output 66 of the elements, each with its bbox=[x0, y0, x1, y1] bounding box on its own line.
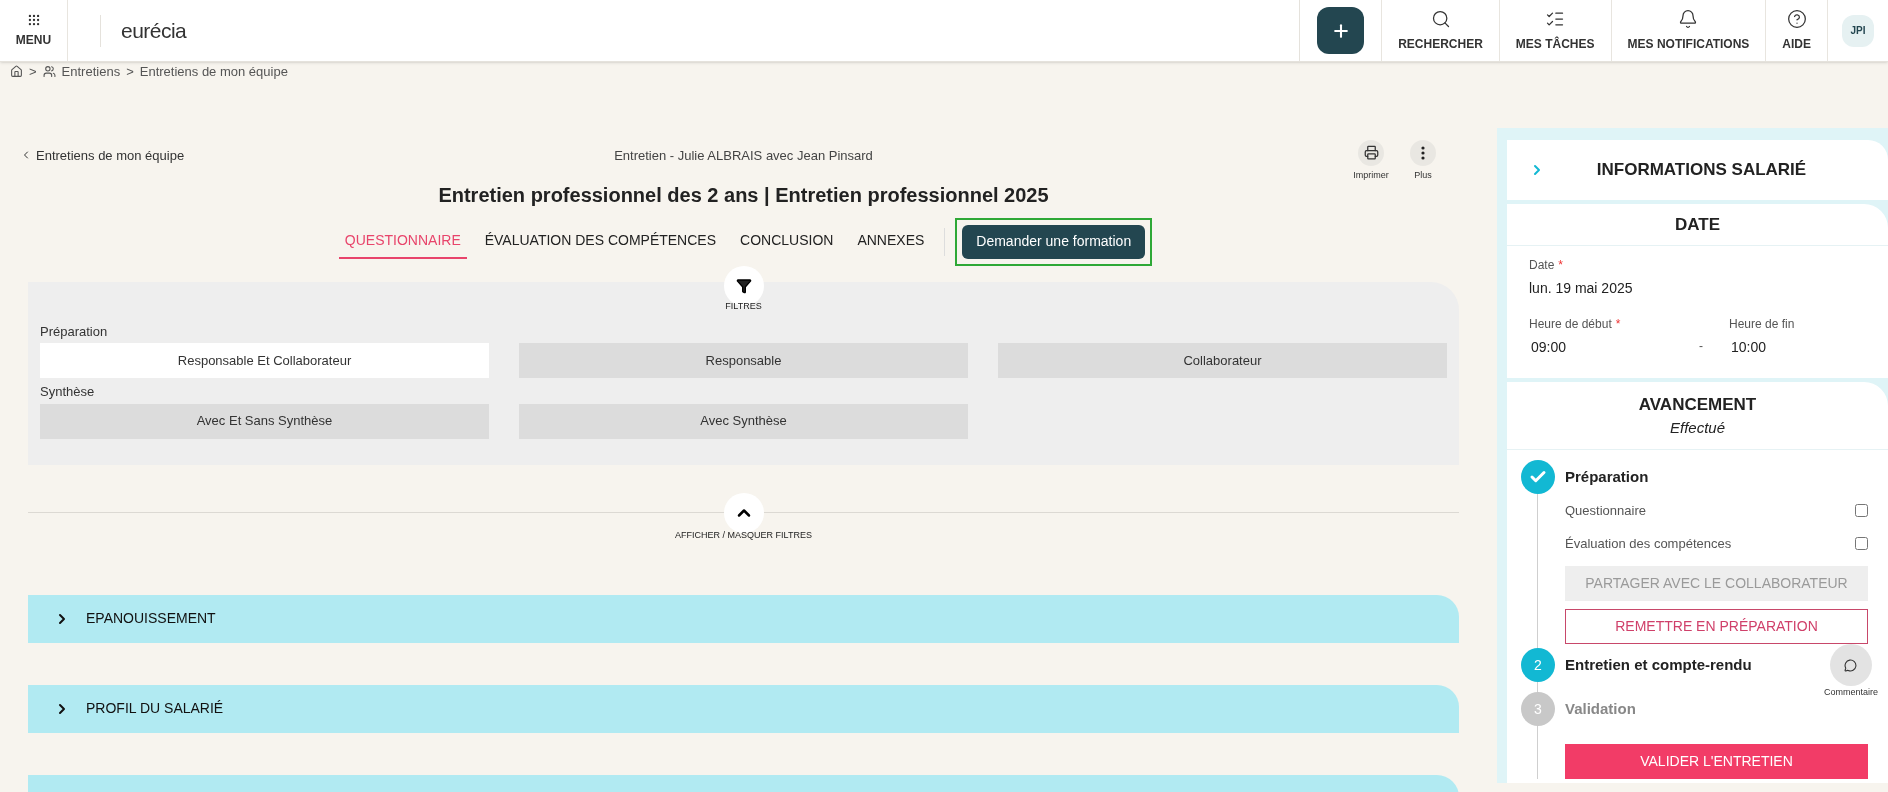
breadcrumb-link[interactable]: Entretiens de mon équipe bbox=[139, 62, 288, 82]
filters-label: FILTRES bbox=[725, 299, 762, 313]
printer-icon bbox=[1363, 145, 1379, 160]
filter-option[interactable]: Avec Et Sans Synthèse bbox=[40, 403, 489, 439]
field-label: Heure de début bbox=[1529, 316, 1612, 333]
user-avatar[interactable]: JPI bbox=[1842, 14, 1874, 47]
filter-option[interactable]: Avec Synthèse bbox=[519, 403, 968, 439]
time-value[interactable]: 10:00 bbox=[1729, 337, 1795, 358]
filter-option[interactable]: Collaborateur bbox=[998, 343, 1447, 378]
filter-option[interactable]: Responsable bbox=[519, 343, 968, 378]
date-value[interactable]: lun. 19 mai 2025 bbox=[1529, 278, 1866, 299]
breadcrumb-separator: > bbox=[29, 63, 37, 81]
interview-subtitle: Entretien - Julie ALBRAIS avec Jean Pinsard bbox=[614, 146, 873, 165]
breadcrumb-link[interactable]: Entretiens bbox=[61, 62, 121, 82]
breadcrumb-separator: > bbox=[126, 63, 134, 81]
filter-group-label: Synthèse bbox=[40, 383, 96, 401]
nav-button[interactable]: MES NOTIFICATIONS bbox=[1611, 0, 1767, 61]
step-number: 2 bbox=[1521, 648, 1555, 682]
time-separator: - bbox=[1699, 339, 1703, 353]
checkbox[interactable] bbox=[1855, 504, 1868, 517]
tab[interactable]: ÉVALUATION DES COMPÉTENCES bbox=[478, 224, 723, 259]
checklist-label: Questionnaire bbox=[1565, 501, 1646, 520]
action-button[interactable]: Imprimer bbox=[1349, 139, 1393, 182]
toggle-filters-label: AFFICHER / MASQUER FILTRES bbox=[675, 528, 812, 542]
step-title: Préparation bbox=[1565, 466, 1650, 487]
checkbox[interactable] bbox=[1855, 537, 1868, 550]
page-title: Entretien professionnel des 2 ans | Entretien professionnel 2025 bbox=[438, 182, 1049, 208]
nav-button[interactable]: MES TÂCHES bbox=[1499, 0, 1612, 61]
more-icon bbox=[1421, 145, 1425, 160]
speech-bubble-icon bbox=[1844, 658, 1858, 672]
card-title: AVANCEMENT bbox=[1638, 393, 1757, 416]
tab[interactable]: ANNEXES bbox=[851, 224, 931, 259]
tab[interactable]: CONCLUSION bbox=[734, 224, 840, 259]
people-icon bbox=[42, 65, 56, 79]
field-label: Heure de fin bbox=[1729, 316, 1795, 333]
grid-icon bbox=[26, 12, 41, 27]
panel-title: INFORMATIONS SALARIÉ bbox=[1595, 159, 1808, 182]
tab[interactable]: QUESTIONNAIRE bbox=[338, 224, 467, 259]
step-title: Entretien et compte-rendu bbox=[1565, 654, 1753, 675]
filter-option[interactable]: Responsable Et Collaborateur bbox=[40, 343, 489, 378]
bell-icon bbox=[1678, 8, 1699, 29]
nav-button[interactable]: AIDE bbox=[1766, 0, 1828, 61]
request-training-button[interactable]: Demander une formation bbox=[962, 224, 1146, 259]
filter-icon bbox=[735, 277, 752, 294]
add-button[interactable] bbox=[1317, 7, 1365, 54]
nav-button[interactable]: RECHERCHER bbox=[1382, 0, 1500, 61]
step-title: Validation bbox=[1565, 698, 1637, 719]
search-icon bbox=[1430, 8, 1451, 29]
field-label: Date bbox=[1529, 257, 1555, 274]
logo[interactable]: eurécia bbox=[121, 14, 187, 47]
card-title: DATE bbox=[1675, 213, 1720, 236]
required-mark: * bbox=[1615, 316, 1621, 333]
filter-group-label: Préparation bbox=[40, 322, 109, 341]
step-action-button[interactable]: REMETTRE EN PRÉPARATION bbox=[1565, 609, 1868, 644]
section-header[interactable]: EPANOUISSEMENT bbox=[28, 594, 1459, 643]
section-header[interactable]: PROFIL DU SALARIÉ bbox=[28, 684, 1459, 733]
menu-button[interactable]: MENU bbox=[0, 0, 68, 61]
home-icon[interactable] bbox=[10, 65, 23, 79]
required-mark: * bbox=[1558, 257, 1564, 274]
time-value[interactable]: 09:00 bbox=[1529, 337, 1699, 358]
back-link[interactable]: Entretiens de mon équipe bbox=[20, 145, 185, 165]
progress-status: Effectué bbox=[1669, 418, 1725, 438]
help-icon bbox=[1786, 8, 1807, 29]
action-button[interactable]: Plus bbox=[1401, 139, 1445, 182]
checklist-label: Évaluation des compétences bbox=[1565, 534, 1732, 553]
step-action-button[interactable]: VALIDER L'ENTRETIEN bbox=[1565, 744, 1868, 779]
